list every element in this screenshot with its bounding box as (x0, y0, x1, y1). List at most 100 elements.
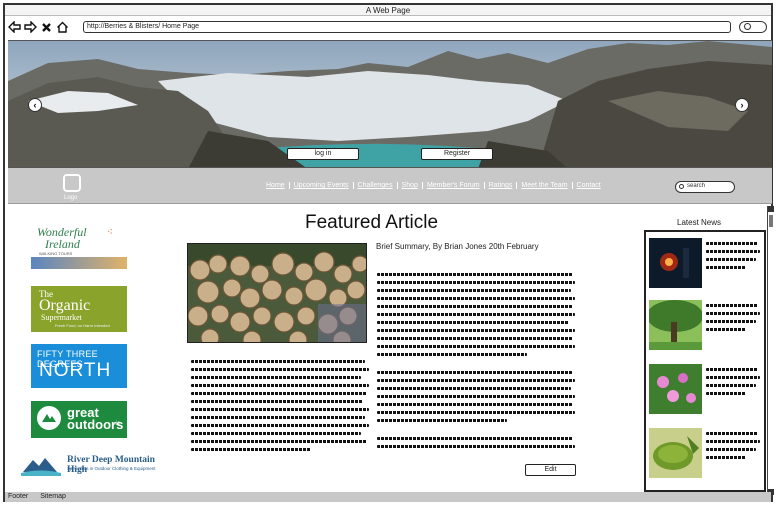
register-button[interactable]: Register (421, 148, 493, 160)
text-line (377, 395, 575, 398)
text-line (377, 329, 575, 332)
menu-link-challenges[interactable]: Challenges (354, 182, 398, 189)
text-line (377, 411, 575, 414)
browser-window: A Web Page http://Berries & Blisters/ Ho… (3, 3, 774, 502)
text-line (706, 392, 746, 395)
sponsor-wonderful-ireland[interactable]: Wonderful Ireland WALKING TOURS ⁖ (31, 225, 127, 269)
home-icon[interactable] (56, 21, 69, 34)
page-footer: Footer Sitemap (5, 492, 771, 502)
text-line (191, 416, 365, 419)
text-line (377, 379, 575, 382)
window-title: A Web Page (5, 5, 771, 16)
search-icon (679, 184, 684, 189)
sponsor-organic-supermarket[interactable]: The Organic Supermarket Fresh Food, no H… (31, 286, 127, 332)
text-line (191, 424, 369, 427)
text-line (191, 376, 361, 379)
menu-links: Home Upcoming Events Challenges Shop Mem… (262, 182, 605, 189)
news-thumbnail[interactable] (649, 428, 702, 478)
sponsor-text: .ie (114, 421, 121, 427)
back-arrow-icon[interactable] (8, 21, 21, 34)
carousel-next-button[interactable]: › (735, 98, 749, 112)
text-line (706, 448, 756, 451)
browser-search-box[interactable] (739, 21, 767, 33)
logo-placeholder[interactable] (63, 174, 81, 192)
news-thumbnail[interactable] (649, 364, 702, 414)
stop-icon[interactable] (40, 21, 53, 34)
sponsor-text: NORTH (39, 360, 112, 381)
text-line (191, 432, 361, 435)
text-line (706, 258, 756, 261)
carousel-prev-button[interactable]: ‹ (28, 98, 42, 112)
mountain-logo-icon (21, 458, 61, 476)
browser-navbar: http://Berries & Blisters/ Home Page (5, 16, 771, 38)
text-line (377, 419, 507, 422)
login-button[interactable]: log in (287, 148, 359, 160)
sponsor-banner-image (31, 257, 127, 269)
forward-arrow-icon[interactable] (24, 21, 37, 34)
menu-link-home[interactable]: Home (262, 182, 290, 189)
tree-image (649, 300, 702, 350)
sponsor-tagline: WALKING TOURS (39, 251, 73, 256)
great-outdoors-logo-icon (37, 406, 61, 430)
hero-banner: ‹ › log in Register (8, 40, 772, 168)
text-line (377, 281, 575, 284)
address-bar[interactable]: http://Berries & Blisters/ Home Page (83, 21, 731, 33)
article-photo (187, 243, 367, 343)
text-line (706, 266, 746, 269)
text-line (706, 384, 756, 387)
text-line (377, 313, 575, 316)
page-scrollbar[interactable] (767, 206, 774, 495)
menu-link-shop[interactable]: Shop (398, 182, 423, 189)
menu-link-ratings[interactable]: Ratings (485, 182, 518, 189)
text-line (377, 289, 571, 292)
menu-link-contact[interactable]: Contact (573, 182, 605, 189)
text-line (706, 368, 758, 371)
footer-link[interactable]: Footer (8, 493, 28, 500)
text-line (377, 445, 575, 448)
mountain-landscape-image (8, 41, 772, 167)
footprint-icon: ⁖ (107, 227, 113, 238)
text-line (377, 337, 573, 340)
main-menu: Logo Home Upcoming Events Challenges Sho… (8, 168, 772, 204)
sponsor-text: Ireland (45, 237, 80, 251)
menu-link-meet-the-team[interactable]: Meet the Team (517, 182, 573, 189)
campfire-image (649, 238, 702, 288)
sponsor-fifty-three-degrees-north[interactable]: FIFTY THREE DEGREES NORTH (31, 344, 127, 388)
text-line (706, 328, 746, 331)
sponsor-great-outdoors[interactable]: great outdoors .ie (31, 401, 127, 438)
sponsor-text: River Deep Mountain High (67, 455, 155, 475)
text-line (706, 440, 760, 443)
sitemap-link[interactable]: Sitemap (40, 493, 66, 500)
text-line (191, 360, 365, 363)
text-line (706, 456, 746, 459)
text-line (377, 321, 569, 324)
news-thumbnail[interactable] (649, 300, 702, 350)
text-line (377, 353, 527, 356)
text-line (191, 408, 369, 411)
site-search-input[interactable]: search (675, 181, 735, 193)
log-pile-image (188, 244, 366, 342)
text-line (706, 304, 758, 307)
scrollbar-thumb[interactable] (769, 215, 773, 227)
text-line (706, 312, 760, 315)
search-placeholder: search (687, 183, 706, 189)
article-summary: Brief Summary, By Brian Jones 20th Febru… (376, 242, 539, 251)
scroll-up-arrow-icon[interactable] (768, 206, 774, 212)
sponsor-tagline: Fresh Food, no Harm Intended (55, 323, 110, 328)
menu-link-upcoming-events[interactable]: Upcoming Events (290, 182, 354, 189)
news-thumbnail[interactable] (649, 238, 702, 288)
logo-label: Logo (64, 195, 78, 201)
flowers-image (649, 364, 702, 414)
sponsor-river-deep-mountain-high[interactable]: River Deep Mountain High Specialists in … (21, 452, 171, 478)
edit-button[interactable]: Edit (525, 464, 576, 476)
text-line (377, 305, 573, 308)
text-line (377, 297, 575, 300)
text-line (191, 400, 363, 403)
text-line (191, 392, 367, 395)
text-line (377, 437, 573, 440)
text-line (377, 273, 573, 276)
text-line (191, 384, 369, 387)
herbal-tea-image (649, 428, 702, 478)
text-line (377, 371, 573, 374)
menu-link-members-forum[interactable]: Member's Forum (423, 182, 485, 189)
